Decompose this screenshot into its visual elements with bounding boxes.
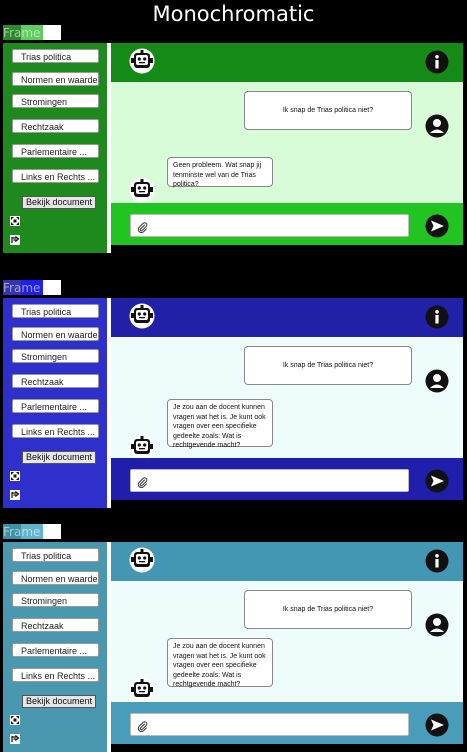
sidebar-item[interactable]: Rechtzaak	[12, 119, 99, 133]
view-document-button[interactable]: Bekijk document	[22, 695, 96, 708]
frame-tag: Frame 8	[3, 280, 63, 295]
user-message-bubble: Ik snap de Trias politica niet?	[244, 346, 412, 385]
user-message-bubble: Ik snap de Trias politica niet?	[244, 590, 412, 629]
sidebar-item[interactable]: Normen en waarde	[12, 327, 99, 341]
login-icon[interactable]	[10, 731, 20, 744]
frame-tag: Frame 5	[3, 25, 63, 40]
message-input[interactable]	[130, 469, 409, 492]
sidebar: Trias politica Normen en waarde Stromingen…	[3, 43, 107, 253]
sidebar-item[interactable]: Normen en waarde	[12, 571, 99, 585]
sidebar-item[interactable]: Rechtzaak	[12, 618, 99, 632]
expand-icon[interactable]	[10, 213, 20, 226]
frame: Frame 5 Trias politica Normen en waarde St…	[0, 25, 467, 253]
chat-panel: Ik snap de Trias politica niet? Je zou a…	[111, 298, 463, 508]
sidebar: Trias politica Normen en waarde Stromingen…	[3, 542, 107, 752]
user-icon	[425, 114, 449, 138]
paperclip-icon[interactable]	[137, 475, 148, 488]
bot-message-bubble: Geen probleem. Wat snap jij tenminste we…	[167, 157, 273, 188]
chat-header	[111, 43, 463, 82]
sidebar-item[interactable]: Stromingen	[12, 94, 99, 108]
frame-label: Frame 5	[3, 26, 52, 40]
sidebar-item[interactable]: Trias politica	[12, 49, 99, 63]
info-icon[interactable]	[425, 50, 449, 74]
chat-body: Ik snap de Trias politica niet? Geen pro…	[111, 82, 463, 203]
chat-header	[111, 542, 463, 581]
sidebar-item[interactable]: Stromingen	[12, 593, 99, 607]
user-message-bubble: Ik snap de Trias politica niet?	[244, 91, 412, 130]
robot-icon	[129, 303, 155, 329]
sidebar-item[interactable]: Links en Rechts ...	[12, 424, 99, 438]
expand-icon[interactable]	[10, 468, 20, 481]
send-icon[interactable]	[425, 214, 449, 238]
chat-footer	[111, 458, 463, 500]
frame-tag: Frame 9	[3, 524, 63, 539]
view-document-button[interactable]: Bekijk document	[22, 451, 96, 464]
robot-icon	[129, 677, 155, 703]
send-icon[interactable]	[425, 469, 449, 493]
paperclip-icon[interactable]	[137, 719, 148, 732]
chat-body: Ik snap de Trias politica niet? Je zou a…	[111, 337, 463, 460]
paperclip-icon[interactable]	[137, 220, 148, 233]
sidebar-item[interactable]: Normen en waarde	[12, 72, 99, 86]
sidebar-item[interactable]: Parlementaire ...	[12, 643, 99, 657]
sidebar-item[interactable]: Stromingen	[12, 349, 99, 363]
sidebar-item[interactable]: Parlementaire ...	[12, 144, 99, 158]
page-title: Monochromatic	[152, 2, 315, 26]
expand-icon[interactable]	[10, 712, 20, 725]
info-icon[interactable]	[425, 549, 449, 573]
view-document-button[interactable]: Bekijk document	[22, 196, 96, 209]
chat-header	[111, 298, 463, 337]
chat-body: Ik snap de Trias politica niet? Je zou a…	[111, 581, 463, 703]
sidebar-item[interactable]: Trias politica	[12, 548, 99, 562]
frame-label: Frame 8	[3, 281, 52, 295]
login-icon[interactable]	[10, 232, 20, 245]
send-icon[interactable]	[425, 713, 449, 737]
chat-footer	[111, 702, 463, 744]
sidebar-item[interactable]: Links en Rechts ...	[12, 668, 99, 682]
sidebar-item[interactable]: Links en Rechts ...	[12, 169, 99, 183]
info-icon[interactable]	[425, 305, 449, 329]
frame-label: Frame 9	[3, 525, 52, 539]
sidebar-item[interactable]: Parlementaire ...	[12, 399, 99, 413]
bot-message-bubble: Je zou aan de docent kunnen vragen wat h…	[167, 638, 273, 688]
sidebar: Trias politica Normen en waarde Stromingen…	[3, 298, 107, 508]
robot-icon	[129, 48, 155, 74]
user-icon	[425, 369, 449, 393]
sidebar-item[interactable]: Rechtzaak	[12, 374, 99, 388]
robot-icon	[129, 547, 155, 573]
chat-footer	[111, 203, 463, 245]
frame: Frame 9 Trias politica Normen en waarde St…	[0, 524, 467, 752]
robot-icon	[129, 177, 155, 203]
message-input[interactable]	[130, 214, 409, 237]
login-icon[interactable]	[10, 487, 20, 500]
message-input[interactable]	[130, 713, 409, 736]
robot-icon	[129, 434, 155, 460]
user-icon	[425, 613, 449, 637]
chat-panel: Ik snap de Trias politica niet? Je zou a…	[111, 542, 463, 752]
chat-panel: Ik snap de Trias politica niet? Geen pro…	[111, 43, 463, 253]
bot-message-bubble: Je zou aan de docent kunnen vragen wat h…	[167, 399, 273, 449]
sidebar-item[interactable]: Trias politica	[12, 304, 99, 318]
frame: Frame 8 Trias politica Normen en waarde St…	[0, 280, 467, 508]
